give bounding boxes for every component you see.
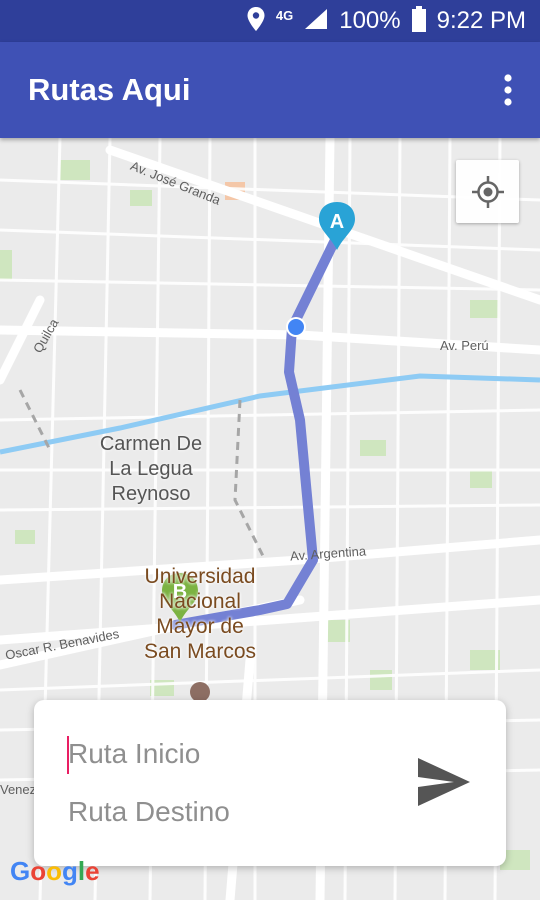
google-logo: Google: [10, 856, 100, 886]
battery-percent: 100%: [339, 7, 401, 34]
marker-a-label: A: [330, 211, 344, 233]
street-label-venez: Venez: [0, 782, 37, 797]
send-button[interactable]: [416, 756, 472, 808]
clock: 9:22 PM: [436, 7, 526, 34]
current-location-dot: [288, 319, 304, 335]
route-card: Ruta Inicio Ruta Destino: [34, 700, 506, 866]
crosshair-icon: [471, 175, 504, 208]
place-label-carmen: Carmen De La Legua Reynoso: [99, 433, 203, 505]
route-start-input[interactable]: Ruta Inicio: [68, 738, 200, 770]
route-end-input[interactable]: Ruta Destino: [68, 796, 230, 828]
university-poi-icon: [190, 682, 210, 702]
app-title: Rutas Aqui: [28, 72, 191, 107]
send-icon: [418, 758, 470, 806]
network-type: 4G: [275, 7, 294, 23]
battery-icon: [411, 5, 427, 38]
signal-icon: [303, 7, 329, 36]
overflow-menu-icon[interactable]: [500, 74, 516, 106]
location-icon: [246, 6, 266, 37]
status-bar: 4G 100% 9:22 PM: [0, 0, 540, 42]
place-label-universidad: Universidad Nacional Mayor de San Marcos: [143, 565, 257, 663]
my-location-button[interactable]: [456, 160, 519, 223]
app-bar: Rutas Aqui: [0, 42, 540, 138]
street-label-peru: Av. Perú: [440, 338, 489, 353]
